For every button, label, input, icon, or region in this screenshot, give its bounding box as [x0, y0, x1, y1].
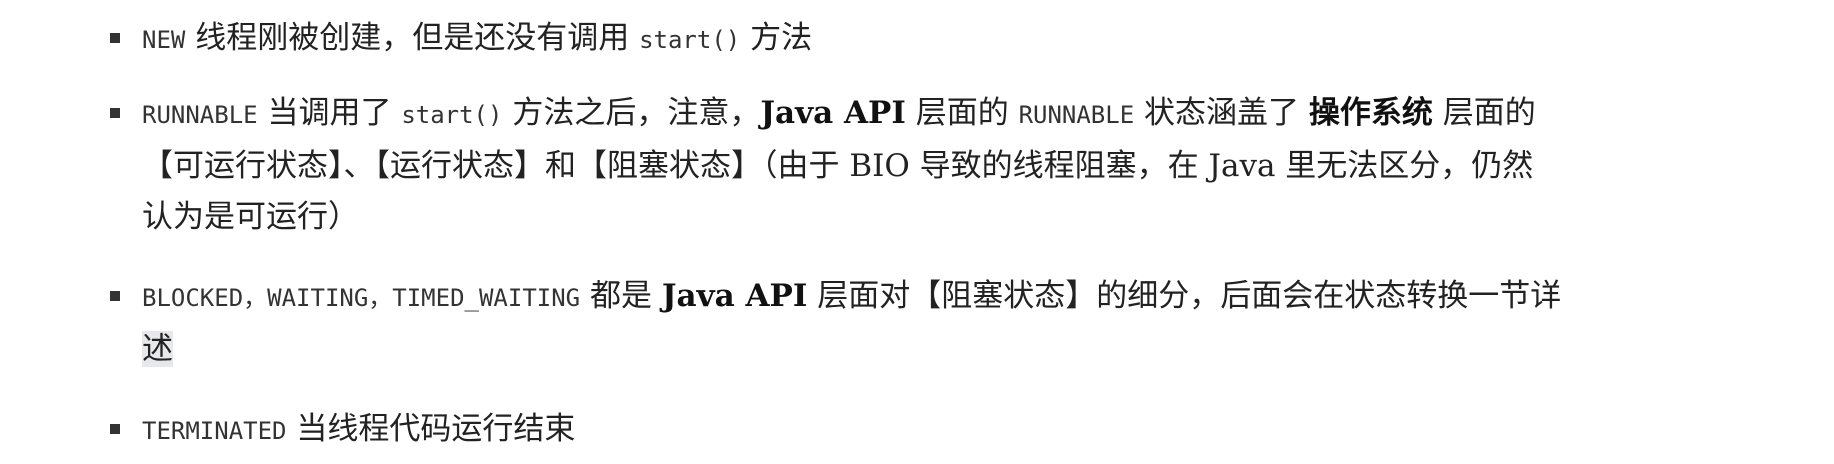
- bold-java-api: Java API: [760, 95, 906, 131]
- state-list: NEW 线程刚被创建，但是还没有调用 start() 方法 RUNNABLE 当…: [0, 0, 1834, 464]
- bold-java-api: Java API: [661, 278, 808, 314]
- item-text: RUNNABLE 当调用了 start() 方法之后，注意，Java API 层…: [142, 88, 1782, 243]
- description: 当线程代码运行结束: [286, 411, 576, 447]
- state-code-2: RUNNABLE: [1018, 101, 1135, 129]
- description-part-2: 层面对【阻塞状态】的细分，后面会在状态转换一节详: [807, 278, 1562, 314]
- line-1: RUNNABLE 当调用了 start() 方法之后，注意，Java API 层…: [142, 88, 1782, 141]
- item-text: NEW 线程刚被创建，但是还没有调用 start() 方法: [142, 13, 1782, 66]
- bold-os: 操作系统: [1308, 95, 1433, 131]
- item-text: TERMINATED 当线程代码运行结束: [142, 404, 1782, 457]
- line-2-text-c: 里无法区分，仍然: [1275, 148, 1534, 184]
- line-2: 述: [142, 324, 1782, 375]
- line-3: 认为是可运行）: [142, 192, 1782, 243]
- line-2: 【可运行状态】、【运行状态】和【阻塞状态】（由于 BIO 导致的线程阻塞，在 J…: [142, 141, 1782, 192]
- list-item-runnable: RUNNABLE 当调用了 start() 方法之后，注意，Java API 层…: [110, 88, 1810, 243]
- bullet-icon: [110, 108, 120, 118]
- state-code: RUNNABLE: [142, 101, 258, 129]
- method-code: start(): [639, 26, 741, 54]
- description-tail: 方法: [740, 20, 813, 56]
- bullet-icon: [110, 424, 120, 434]
- description-part-2: 方法之后，注意，: [502, 95, 761, 131]
- description: 线程刚被创建，但是还没有调用: [185, 20, 640, 56]
- bio-text: BIO: [849, 148, 910, 184]
- line-1: TERMINATED 当线程代码运行结束: [142, 404, 1782, 457]
- list-item-blocked: BLOCKED，WAITING，TIMED_WAITING 都是 Java AP…: [110, 271, 1810, 375]
- line-2-text: 【可运行状态】、【运行状态】和【阻塞状态】（由于: [142, 148, 850, 184]
- state-code: NEW: [142, 26, 186, 54]
- highlighted-text: 述: [142, 331, 173, 367]
- line-1: NEW 线程刚被创建，但是还没有调用 start() 方法: [142, 13, 1782, 66]
- description-part-5: 层面的: [1432, 95, 1536, 131]
- description: 都是: [580, 278, 662, 314]
- state-code: BLOCKED，WAITING，TIMED_WAITING: [142, 284, 581, 312]
- description-part-3: 层面的: [905, 95, 1019, 131]
- java-text: Java: [1208, 148, 1276, 184]
- method-code: start(): [401, 101, 503, 129]
- description: 当调用了: [257, 95, 402, 131]
- line-3-text: 认为是可运行）: [142, 199, 359, 235]
- list-item-terminated: TERMINATED 当线程代码运行结束: [110, 404, 1810, 457]
- line-1: BLOCKED，WAITING，TIMED_WAITING 都是 Java AP…: [142, 271, 1782, 324]
- bullet-icon: [110, 33, 120, 43]
- item-text: BLOCKED，WAITING，TIMED_WAITING 都是 Java AP…: [142, 271, 1782, 375]
- list-item-new: NEW 线程刚被创建，但是还没有调用 start() 方法: [110, 13, 1810, 66]
- description-part-4: 状态涵盖了: [1134, 95, 1309, 131]
- bullet-icon: [110, 291, 120, 301]
- line-2-text-b: 导致的线程阻塞，在: [909, 148, 1209, 184]
- state-code: TERMINATED: [142, 417, 287, 445]
